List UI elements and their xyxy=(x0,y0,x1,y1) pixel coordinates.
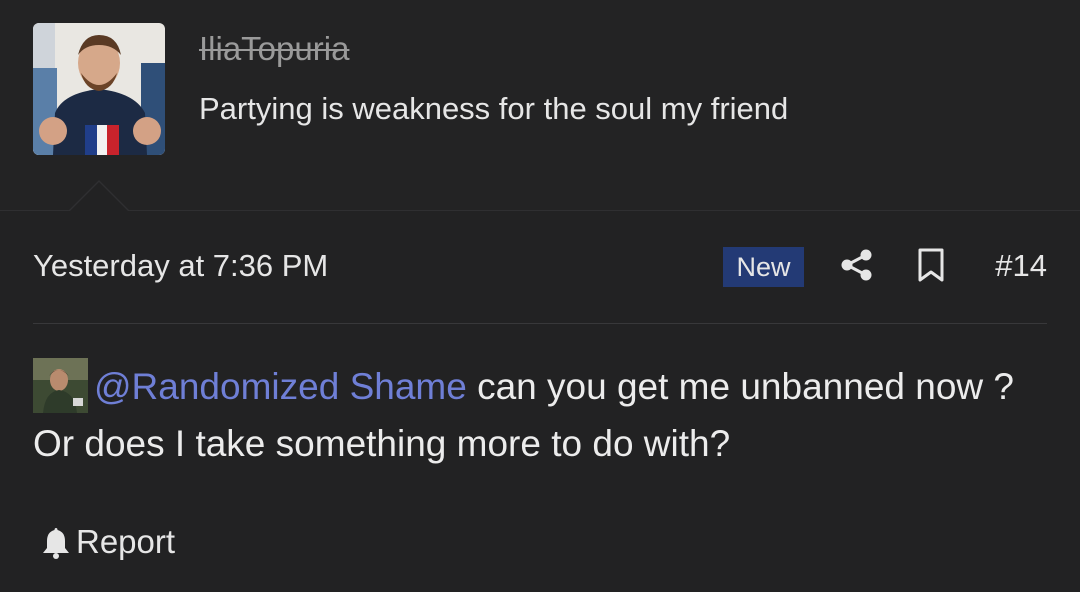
mention-link[interactable]: @Randomized Shame xyxy=(94,366,467,407)
bookmark-icon[interactable] xyxy=(916,248,946,282)
new-badge: New xyxy=(723,247,804,287)
author-user-title: Partying is weakness for the soul my fri… xyxy=(199,91,789,126)
post-author-header: IliaTopuria Partying is weakness for the… xyxy=(0,0,1080,211)
post-timestamp[interactable]: Yesterday at 7:36 PM xyxy=(33,248,328,284)
share-icon[interactable] xyxy=(840,248,874,282)
post-number-link[interactable]: #14 xyxy=(995,248,1047,284)
bell-icon xyxy=(43,528,69,559)
user-avatar[interactable] xyxy=(33,23,165,155)
mention-avatar xyxy=(33,358,88,413)
divider xyxy=(33,323,1047,324)
post-message: @Randomized Shame can you get me unbanne… xyxy=(33,358,1033,472)
report-label: Report xyxy=(76,523,176,560)
author-username[interactable]: IliaTopuria xyxy=(199,30,349,68)
report-button[interactable]: Report xyxy=(40,520,175,564)
